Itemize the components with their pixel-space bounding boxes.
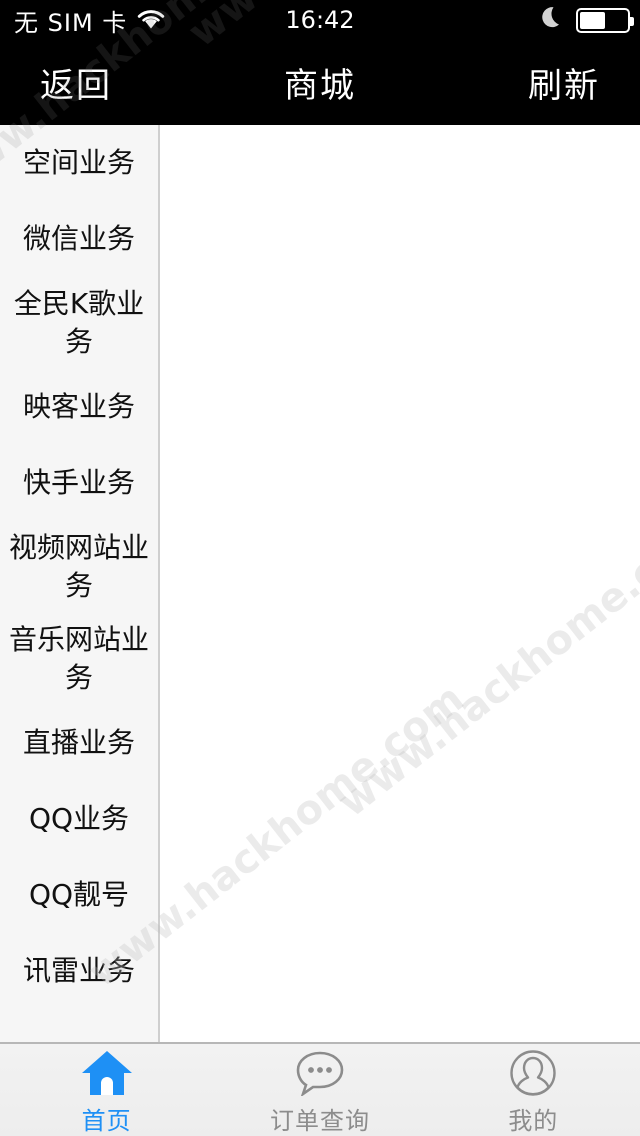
tab-profile[interactable]: 我的 (427, 1044, 640, 1136)
clock-label: 16:42 (285, 6, 355, 34)
home-icon (80, 1048, 134, 1098)
sidebar-item[interactable]: QQ业务 (0, 781, 158, 857)
person-icon (509, 1048, 557, 1098)
category-sidebar[interactable]: 空间业务微信业务全民K歌业务映客业务快手业务视频网站业务 音乐网站业务直播业务 QQ… (0, 125, 160, 1042)
content-area: 空间业务微信业务全民K歌业务映客业务快手业务视频网站业务 音乐网站业务直播业务 QQ… (0, 125, 640, 1042)
chat-bubble-icon (295, 1048, 345, 1098)
sidebar-item[interactable]: 映客业务 (0, 369, 158, 445)
sidebar-item[interactable]: 全民K歌业务 (0, 277, 158, 369)
tab-label: 首页 (81, 1107, 132, 1135)
product-panel (160, 125, 640, 1042)
sidebar-item[interactable]: 视频网站业务 (0, 521, 158, 613)
status-bar: 无 SIM 卡 16:42 (0, 0, 640, 40)
tab-label: 订单查询 (269, 1107, 370, 1135)
sidebar-item-label: 空间业务 (22, 146, 135, 179)
app-root: 无 SIM 卡 16:42 返回 商城 刷新 空间业务 微信业务 全民K歌业务 … (0, 0, 640, 1136)
sidebar-item-label: 映客业务 (22, 390, 135, 423)
sidebar-item-label: QQ业务 (28, 802, 130, 835)
sidebar-item[interactable]: 快手业务 (0, 445, 158, 521)
tab-orders[interactable]: 订单查询 (213, 1044, 426, 1136)
battery-icon (576, 7, 634, 33)
sidebar-item[interactable]: 讯雷业务 (0, 933, 158, 1009)
bottom-tab-bar: 首页 订单查询 我的 (0, 1042, 640, 1136)
sidebar-item[interactable]: 微信业务 (0, 201, 158, 277)
sidebar-item-label: 音乐网站业务 (8, 623, 149, 694)
sidebar-item-label: 快手业务 (22, 466, 135, 499)
sidebar-item-label: 视频网站业务 (8, 531, 149, 602)
tab-label: 我的 (508, 1107, 559, 1135)
sidebar-item-label: 全民K歌业务 (13, 287, 145, 358)
sidebar-item-label: 讯雷业务 (22, 954, 135, 987)
nav-bar: 返回 商城 刷新 (0, 40, 640, 125)
sidebar-item[interactable]: 空间业务 (0, 125, 158, 201)
refresh-button[interactable]: 刷新 (528, 58, 600, 107)
sidebar-item[interactable]: 音乐网站业务 (0, 613, 158, 705)
sidebar-item[interactable]: QQ靓号 (0, 857, 158, 933)
tab-home[interactable]: 首页 (0, 1044, 213, 1136)
sidebar-item-label: 微信业务 (22, 222, 135, 255)
sidebar-item-label: 直播业务 (22, 726, 135, 759)
sidebar-item-label: QQ靓号 (28, 878, 130, 911)
status-bar-right (540, 0, 634, 40)
sidebar-item[interactable]: 直播业务 (0, 705, 158, 781)
moon-icon (540, 5, 564, 35)
